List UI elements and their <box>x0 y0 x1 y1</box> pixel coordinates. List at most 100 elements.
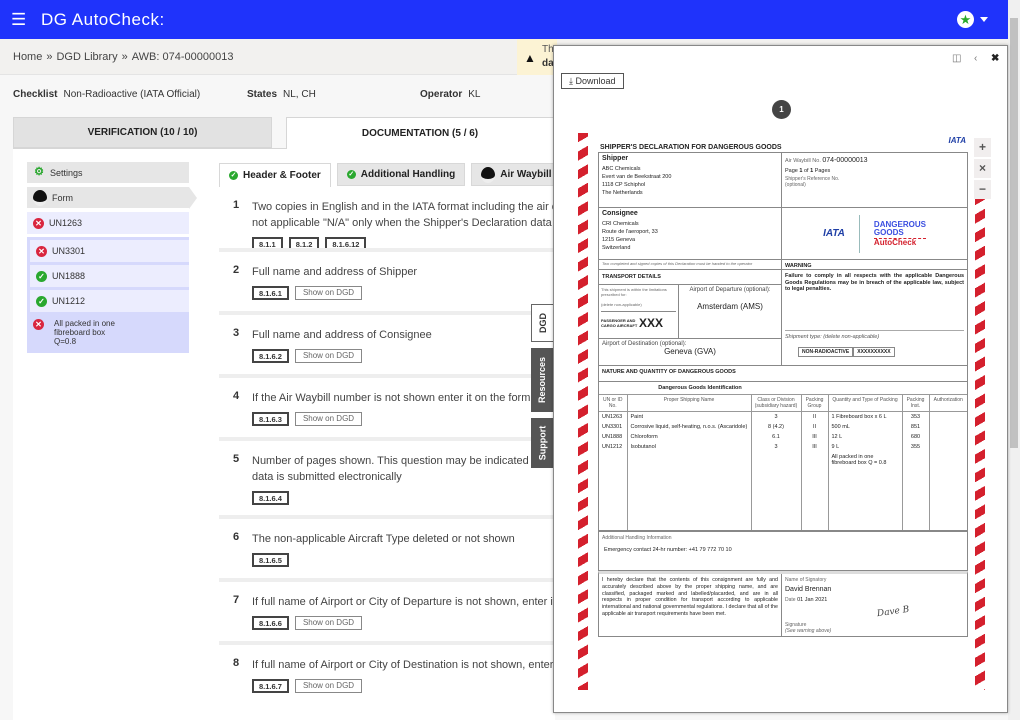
states-label: States <box>247 89 278 100</box>
reference-button[interactable]: 8.1.6.2 <box>252 349 289 363</box>
sidebar-label: Form <box>52 192 73 203</box>
sidebar-item-un3301[interactable]: ✕ UN3301 <box>30 240 189 262</box>
reference-button[interactable]: 8.1.2 <box>288 237 320 248</box>
question-text: Full name and address of Consignee <box>252 329 432 341</box>
reference-button[interactable]: 8.1.1 <box>252 237 283 248</box>
close-icon[interactable]: ✖ <box>991 53 999 64</box>
cell <box>928 422 967 432</box>
states-meta: States NL, CH <box>247 89 316 100</box>
side-tab-support[interactable]: Support <box>531 418 553 468</box>
zoom-reset-button[interactable]: × <box>974 159 991 178</box>
note-line: fibreboard box <box>54 328 106 338</box>
note-line: Q=0.8 <box>54 337 77 347</box>
collapse-icon[interactable]: ‹ <box>974 53 977 64</box>
tab-documentation[interactable]: DOCUMENTATION (5 / 6) <box>286 117 554 149</box>
cell: 3 <box>750 442 801 452</box>
copies-note: Two completed and signed copies of this … <box>602 261 753 266</box>
sidebar-item-un1888[interactable]: ✓ UN1888 <box>30 265 189 287</box>
reference-button[interactable]: 8.1.6.5 <box>252 553 289 567</box>
sidebar-item-form[interactable]: ? Form <box>27 187 197 209</box>
cell <box>928 411 967 422</box>
note-line: All packed in one <box>54 319 115 328</box>
app-title: DG AutoCheck: <box>41 9 165 29</box>
reference-button[interactable]: 8.1.6.1 <box>252 286 289 300</box>
question-text: Full name and address of Shipper <box>252 266 418 278</box>
zoom-out-button[interactable]: − <box>974 180 991 199</box>
cell: 9 L <box>827 442 902 452</box>
cell: III <box>800 432 828 442</box>
error-icon: ✕ <box>36 245 47 257</box>
breadcrumb-sep: » <box>121 50 128 63</box>
show-on-dgd-button[interactable]: Show on DGD <box>294 349 363 363</box>
page-scrollbar[interactable] <box>1008 0 1020 720</box>
sidebar-package-group: ✕ UN3301 ✓ UN1888 ✓ UN1212 ✕ All packed in … <box>27 237 189 353</box>
sidebar-item-un1263[interactable]: ✕ UN1263 <box>27 212 189 234</box>
zoom-controls: + × − <box>974 138 991 201</box>
col-header: Packing Inst. <box>901 395 929 412</box>
date-value: 01 Jan 2021 <box>797 597 828 603</box>
show-on-dgd-button[interactable]: Show on DGD <box>294 616 363 630</box>
scrollbar-thumb[interactable] <box>1010 18 1018 448</box>
consignee-label: Consignee <box>602 210 638 217</box>
side-tab-dgd[interactable]: DGD <box>531 304 553 342</box>
sidebar-item-packing-note[interactable]: ✕ All packed in one fibreboard box Q=0.8 <box>27 315 189 353</box>
operator-value: KL <box>468 89 481 100</box>
breadcrumb-dgd-library[interactable]: DGD Library <box>56 51 117 63</box>
question-item: 5 Number of pages shown. This question m… <box>219 441 555 519</box>
doc-title: SHIPPER'S DECLARATION FOR DANGEROUS GOOD… <box>600 144 782 151</box>
page-value: 1 <box>799 168 803 174</box>
handling-label: Additional Handling Information <box>602 535 672 541</box>
reference-button[interactable]: 8.1.6.7 <box>252 679 289 693</box>
col-header: Quantity and Type of Packing <box>827 395 902 412</box>
split-view-icon[interactable]: ◫ <box>952 53 961 64</box>
tab-verification[interactable]: VERIFICATION (10 / 10) <box>13 117 272 148</box>
side-tab-label: DGD <box>537 313 548 333</box>
reference-button[interactable]: 8.1.6.3 <box>252 412 289 426</box>
breadcrumb-home[interactable]: Home <box>13 51 42 63</box>
signature: Dave B <box>876 604 911 620</box>
doc-parties: Shipper ABC Chemicals Evert van de Beekst… <box>598 152 968 270</box>
doc-transport: TRANSPORT DETAILS This shipment is withi… <box>598 270 968 366</box>
shipper-label: Shipper <box>602 155 629 162</box>
sidebar-label: Settings <box>50 167 83 178</box>
subtab-label: Header & Footer <box>243 170 321 181</box>
reference-button[interactable]: 8.1.6.12 <box>325 237 367 248</box>
reference-button[interactable]: 8.1.6.6 <box>252 616 289 630</box>
cell: Paint <box>626 411 751 422</box>
cell: 12 L <box>827 432 902 442</box>
show-on-dgd-button[interactable]: Show on DGD <box>294 679 363 693</box>
download-label: Download <box>575 76 616 86</box>
cell: 8 (4.2) <box>750 422 801 432</box>
sidebar-item-settings[interactable]: ⚙ Settings <box>27 162 189 183</box>
zoom-in-button[interactable]: + <box>974 138 991 157</box>
user-menu[interactable]: ★ <box>957 11 988 28</box>
check-icon: ✓ <box>36 295 47 307</box>
subtab-air-waybill[interactable]: ? Air Waybill <box>471 163 562 186</box>
question-text: Two copies in English and in the IATA fo… <box>252 201 555 213</box>
download-button[interactable]: ⤓ Download <box>561 73 624 89</box>
sidebar-item-un1212[interactable]: ✓ UN1212 <box>30 290 189 312</box>
subtab-additional-handling[interactable]: ✓ Additional Handling <box>336 163 466 186</box>
subtab-header-footer[interactable]: ✓ Header & Footer <box>219 163 331 187</box>
cell: 680 <box>901 432 929 442</box>
question-number: 2 <box>233 264 240 276</box>
cell <box>928 442 967 452</box>
reference-button[interactable]: 8.1.6.4 <box>252 491 289 505</box>
question-number: 5 <box>233 453 240 465</box>
show-on-dgd-button[interactable]: Show on DGD <box>294 286 363 300</box>
date-label: Date <box>785 597 796 603</box>
sidebar-label: UN1888 <box>52 271 86 281</box>
question-item: 2 Full name and address of Shipper 8.1.6… <box>219 252 555 315</box>
side-tab-resources[interactable]: Resources <box>531 348 553 412</box>
sidebar-label: UN1263 <box>49 218 83 228</box>
question-item: 4 If the Air Waybill number is not shown… <box>219 378 555 441</box>
show-on-dgd-button[interactable]: Show on DGD <box>294 412 363 426</box>
dgd-viewer-panel: ◫ ‹ ✖ ⤓ Download 1 + × − SHIPPER'S DECLA… <box>553 45 1008 713</box>
cell: Isobutanol <box>626 442 751 452</box>
doc-declaration: I hereby declare that the contents of th… <box>598 571 968 637</box>
hamburger-icon[interactable]: ☰ <box>11 11 27 28</box>
question-number: 7 <box>233 594 240 606</box>
doc-border-stripe <box>578 133 588 690</box>
iata-logo-large: IATA <box>823 228 845 239</box>
cell: UN3301 <box>602 424 623 430</box>
